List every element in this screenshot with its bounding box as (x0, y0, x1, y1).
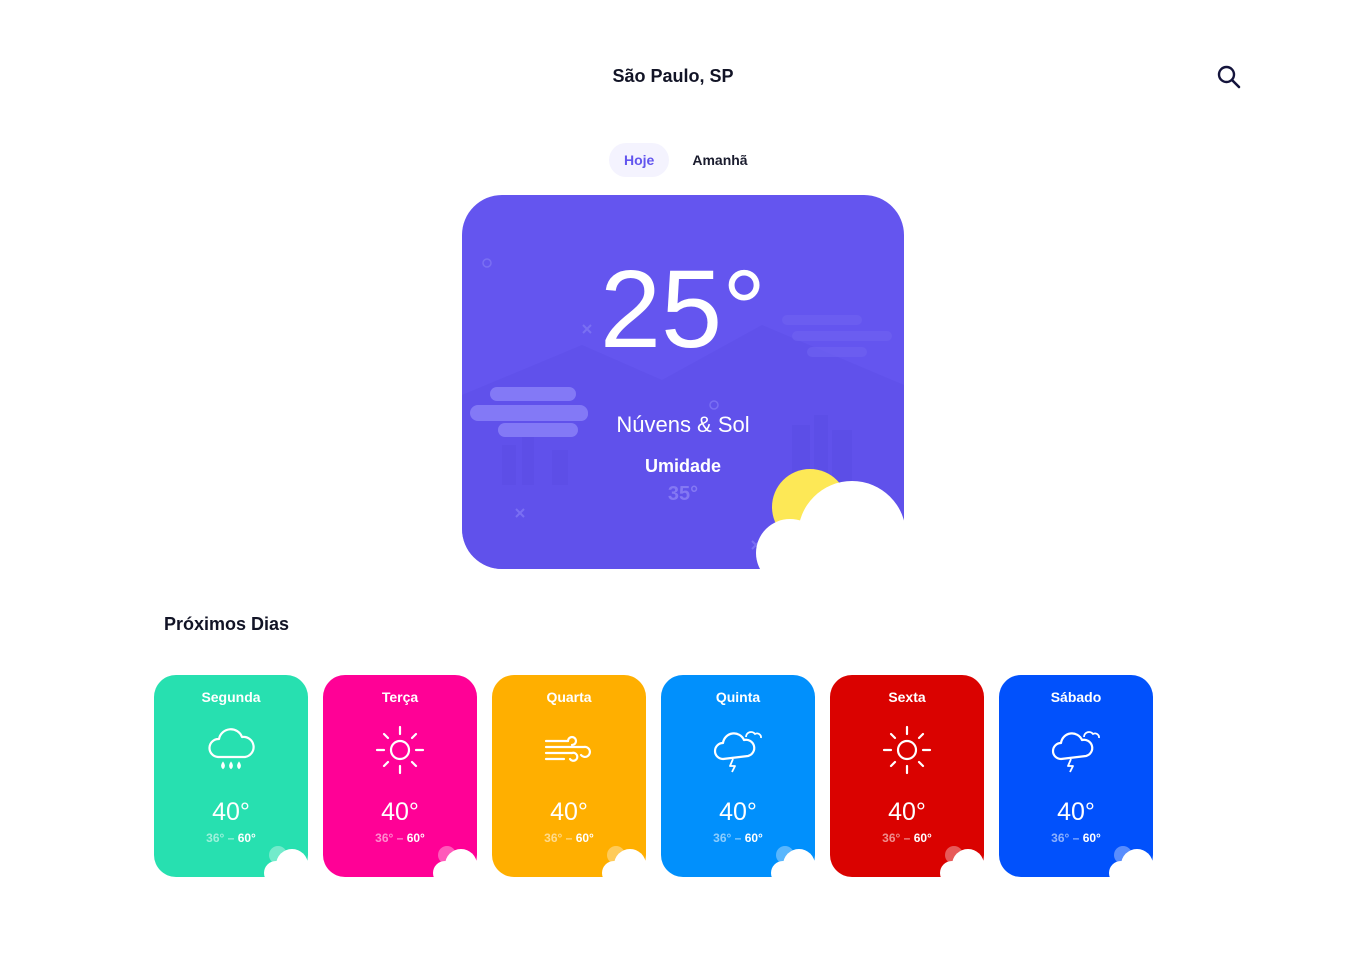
day-name: Sábado (1050, 689, 1102, 705)
next-days-title: Próximos Dias (164, 614, 290, 634)
day-temperature: 40° (212, 798, 250, 826)
small-cloud-icon (940, 846, 984, 883)
day-tabs: Hoje Amanhã (609, 143, 763, 177)
day-min: 36° (882, 831, 901, 845)
day-max: 60° (913, 831, 932, 845)
range-separator: – (1072, 831, 1080, 845)
small-cloud-icon (1109, 846, 1153, 883)
forecast-card-thursday[interactable]: Quinta 40° 36° – 60° (661, 675, 815, 891)
day-name: Quarta (546, 689, 592, 705)
search-button[interactable] (1216, 64, 1242, 90)
search-icon (1217, 65, 1241, 89)
cloud-lightning-icon (713, 731, 762, 773)
day-temperature: 40° (381, 798, 419, 826)
cloud-rain-icon (208, 728, 255, 770)
sun-icon (375, 725, 425, 775)
day-max: 60° (744, 831, 763, 845)
day-name: Segunda (201, 689, 261, 705)
day-min: 36° (713, 831, 732, 845)
day-max: 60° (406, 831, 425, 845)
day-min: 36° (206, 831, 225, 845)
range-separator: – (227, 831, 235, 845)
day-max: 60° (575, 831, 594, 845)
small-cloud-icon (264, 846, 308, 883)
day-temperature: 40° (719, 798, 757, 826)
forecast-card-tuesday[interactable]: Terça 40° 36° – 60° (323, 675, 477, 891)
day-min: 36° (544, 831, 563, 845)
day-temperature: 40° (550, 798, 588, 826)
tab-tomorrow[interactable]: Amanhã (677, 143, 762, 177)
forecast-card-monday[interactable]: Segunda 40° 36° – 60° (154, 675, 308, 891)
day-max: 60° (1082, 831, 1101, 845)
sun-cloud-icon (756, 469, 906, 575)
current-temperature: 25° (599, 248, 767, 371)
small-cloud-icon (602, 846, 646, 883)
wind-icon (544, 735, 592, 762)
weather-condition: Núvens & Sol (616, 412, 750, 437)
range-separator: – (734, 831, 742, 845)
forecast-card-saturday[interactable]: Sábado 40° 36° – 60° (999, 675, 1153, 891)
day-name: Sexta (888, 689, 926, 705)
day-name: Terça (381, 689, 419, 705)
forecast-card-friday[interactable]: Sexta 40° 36° – 60° (830, 675, 984, 891)
small-cloud-icon (433, 846, 477, 883)
range-separator: – (565, 831, 573, 845)
day-max: 60° (237, 831, 256, 845)
day-temperature: 40° (1057, 798, 1095, 826)
range-separator: – (396, 831, 404, 845)
tab-today[interactable]: Hoje (609, 143, 670, 177)
day-min: 36° (1051, 831, 1070, 845)
city-title: São Paulo, SP (612, 66, 734, 86)
day-temperature: 40° (888, 798, 926, 826)
sun-icon (882, 725, 932, 775)
day-min: 36° (375, 831, 394, 845)
weather-app: São Paulo, SP Hoje Amanhã 25° Núvens & S… (0, 0, 1366, 976)
cloud-lightning-icon (1051, 731, 1100, 773)
range-separator: – (903, 831, 911, 845)
day-name: Quinta (715, 689, 761, 705)
forecast-card-wednesday[interactable]: Quarta 40° 36° – 60° (492, 675, 646, 891)
small-cloud-icon (771, 846, 815, 883)
